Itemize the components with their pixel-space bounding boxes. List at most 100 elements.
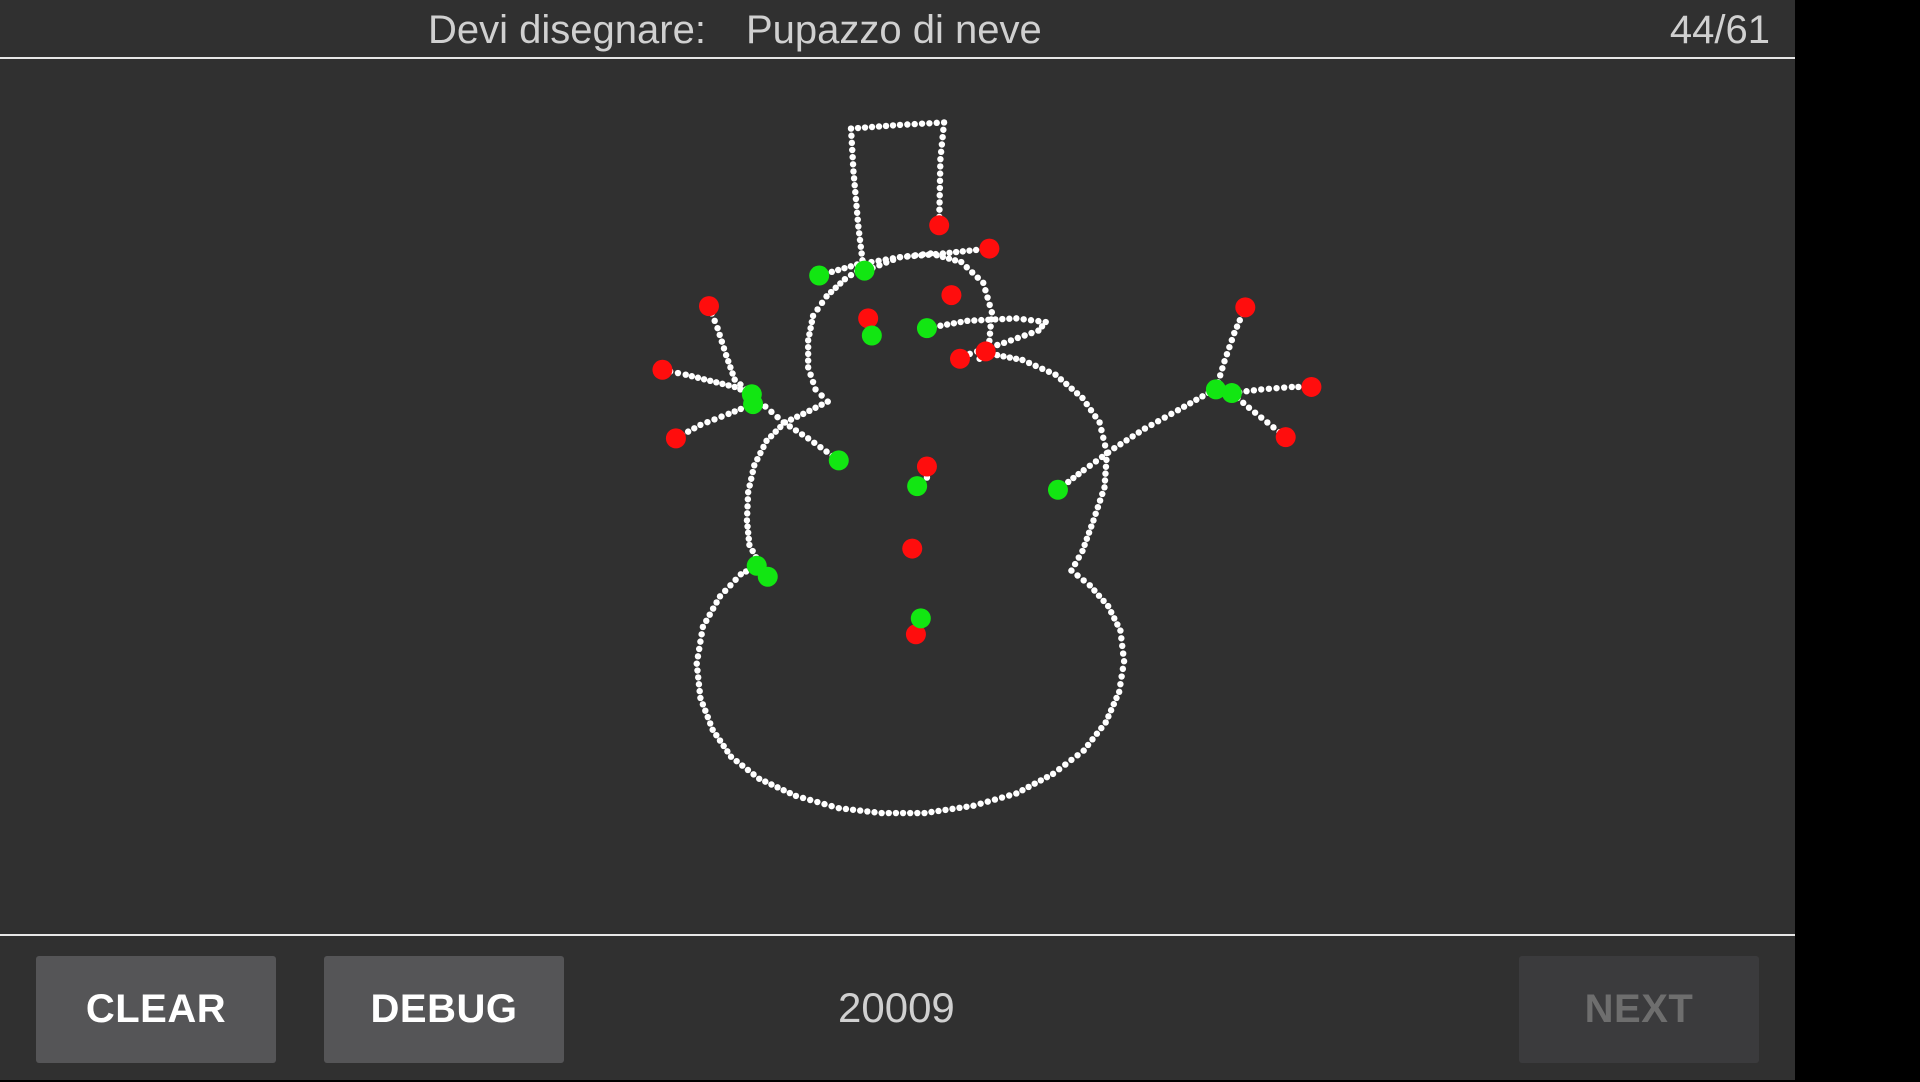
- next-button[interactable]: NEXT: [1519, 956, 1759, 1063]
- stroke-end-marker: [929, 215, 950, 236]
- stroke-point: [1120, 658, 1128, 665]
- stroke-point: [716, 737, 724, 744]
- stroke-point: [711, 416, 718, 423]
- stroke-point: [1123, 437, 1130, 444]
- stroke-point: [892, 809, 900, 817]
- stroke-point: [951, 257, 959, 264]
- stroke-point: [847, 271, 855, 279]
- stroke-point: [848, 139, 856, 147]
- stroke-point: [694, 653, 702, 660]
- stroke-point: [1000, 339, 1008, 347]
- stroke-point: [768, 781, 775, 788]
- stroke-point: [1014, 334, 1021, 342]
- stroke-point: [727, 364, 734, 371]
- stroke-point: [1119, 642, 1126, 650]
- stroke-point: [959, 248, 966, 255]
- stroke-point: [1071, 560, 1079, 568]
- stroke-point: [1031, 780, 1038, 787]
- stroke-point: [904, 253, 911, 260]
- stroke-point: [938, 141, 946, 148]
- stroke-point: [1043, 773, 1051, 781]
- stroke-point: [699, 623, 707, 631]
- stroke-point: [963, 803, 970, 810]
- stroke-point: [1068, 756, 1075, 764]
- stroke-point: [695, 645, 703, 653]
- stroke-point: [1100, 597, 1107, 605]
- prompt-word: Pupazzo di neve: [746, 8, 1042, 52]
- stroke-start-marker: [743, 394, 764, 415]
- stroke-point: [697, 638, 704, 645]
- stroke-point: [849, 153, 856, 161]
- stroke-point: [1019, 787, 1026, 794]
- stroke-point: [1117, 627, 1124, 634]
- stroke-start-marker: [910, 608, 931, 629]
- stroke-end-marker: [979, 238, 1000, 259]
- stroke-point: [972, 246, 980, 254]
- stroke-point: [1074, 572, 1081, 579]
- stroke-point: [808, 318, 816, 326]
- stroke-point: [731, 408, 738, 415]
- stroke-point: [878, 809, 885, 817]
- stroke-point: [727, 753, 735, 760]
- stroke-point: [828, 268, 836, 276]
- stroke-point: [984, 294, 991, 301]
- stroke-point: [939, 133, 946, 141]
- debug-button[interactable]: DEBUG: [324, 956, 564, 1063]
- stroke-point: [767, 433, 775, 440]
- stroke-point: [1089, 736, 1096, 743]
- stroke-point: [1028, 329, 1035, 337]
- stroke-point: [1288, 383, 1296, 391]
- stroke-point: [1081, 541, 1088, 549]
- stroke-point: [716, 331, 723, 339]
- stroke-point: [857, 807, 864, 814]
- stroke-point: [731, 383, 738, 391]
- stroke-point: [718, 338, 726, 345]
- stroke-point: [799, 794, 807, 802]
- stroke-point: [1100, 434, 1107, 441]
- stroke-point: [1240, 399, 1247, 407]
- stroke-point: [896, 253, 904, 261]
- right-hand-stroke-1: [1212, 304, 1249, 393]
- hat-brim-stroke: [815, 245, 993, 279]
- stroke-point: [933, 119, 940, 127]
- stroke-point: [814, 798, 821, 806]
- stroke-point: [936, 177, 944, 185]
- stroke-point: [848, 132, 855, 139]
- clear-button[interactable]: CLEAR: [36, 956, 276, 1063]
- head-left-stroke: [781, 263, 867, 426]
- prompt-label: Devi disegnare:: [428, 8, 706, 52]
- stroke-point: [1117, 680, 1124, 688]
- stroke-point: [733, 757, 740, 765]
- stroke-point: [824, 398, 831, 405]
- stroke-point: [1102, 463, 1110, 470]
- stroke-end-marker: [975, 341, 996, 362]
- stroke-point: [746, 541, 753, 549]
- stroke-point: [774, 413, 781, 421]
- stroke-point: [693, 660, 700, 667]
- stroke-point: [921, 809, 928, 817]
- stroke-end-marker: [902, 538, 923, 559]
- stroke-point: [1090, 517, 1097, 524]
- stroke-point: [739, 762, 746, 769]
- stroke-point: [912, 252, 919, 259]
- stroke-point: [768, 408, 775, 416]
- stroke-point: [937, 148, 945, 156]
- stroke-point: [940, 119, 948, 126]
- stroke-point: [1148, 421, 1155, 429]
- stroke-point: [1079, 547, 1086, 555]
- drawing-canvas[interactable]: [0, 59, 1795, 934]
- stroke-start-marker: [757, 566, 778, 587]
- stroke-point: [1025, 359, 1033, 367]
- stroke-point: [720, 742, 727, 750]
- stroke-point: [1264, 419, 1271, 426]
- stroke-point: [719, 380, 726, 388]
- stroke-point: [724, 748, 731, 755]
- stroke-point: [991, 796, 999, 803]
- stroke-point: [809, 312, 817, 320]
- stroke-point: [691, 425, 698, 432]
- stroke-point: [744, 489, 752, 496]
- stroke-end-marker: [698, 296, 719, 317]
- stroke-point: [1115, 688, 1123, 696]
- stroke-point: [780, 419, 787, 426]
- stroke-point: [1104, 602, 1112, 610]
